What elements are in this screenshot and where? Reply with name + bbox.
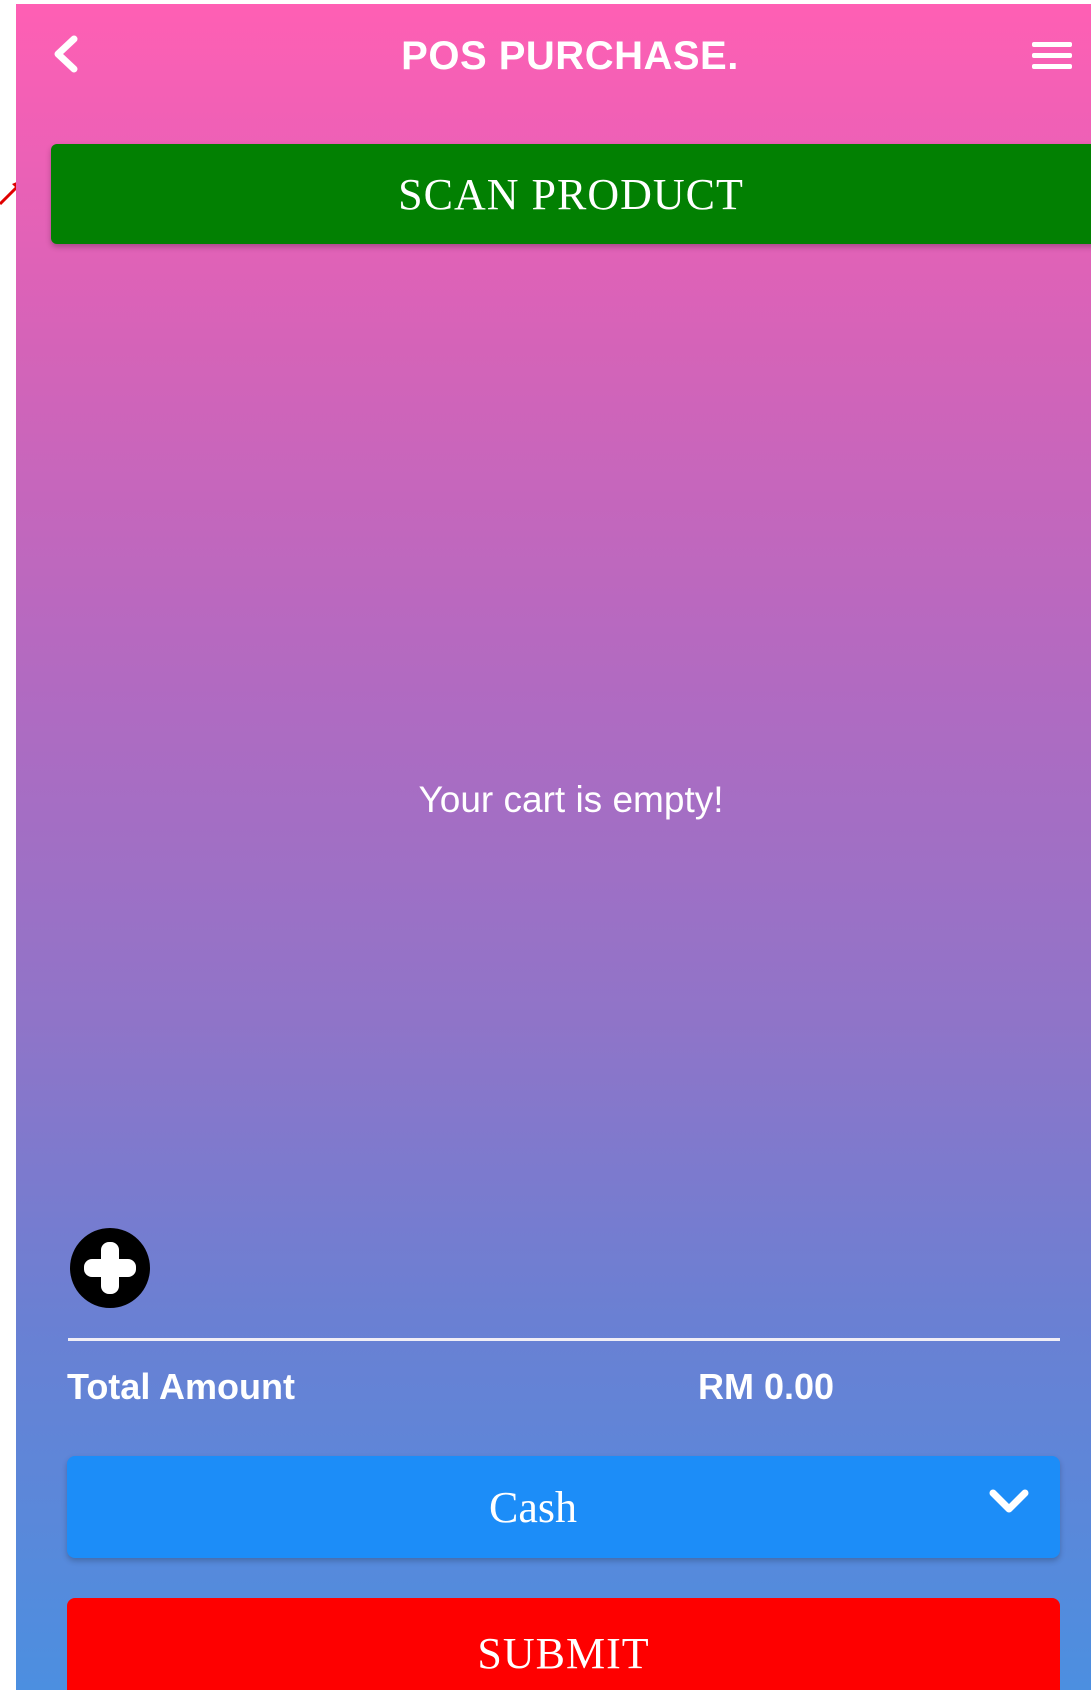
payment-method-select[interactable]: Cash <box>67 1456 1060 1558</box>
scan-product-label: SCAN PRODUCT <box>398 169 744 219</box>
chevron-down-icon <box>989 1489 1029 1513</box>
page-title: POS PURCHASE. <box>401 34 739 78</box>
submit-label: SUBMIT <box>477 1629 650 1678</box>
hamburger-menu-icon <box>1032 42 1072 69</box>
empty-cart-message: Your cart is empty! <box>418 779 724 820</box>
total-amount-label: Total Amount <box>67 1366 295 1407</box>
total-amount-value: RM 0.00 <box>698 1366 835 1407</box>
pos-purchase-screen: POS PURCHASE. SCAN PRODUCT Your cart is … <box>16 4 1091 1690</box>
plus-circle-icon <box>70 1228 150 1308</box>
app-header: POS PURCHASE. <box>16 4 1091 114</box>
payment-method-value: Cash <box>489 1482 577 1532</box>
scan-product-button[interactable]: SCAN PRODUCT <box>51 144 1091 244</box>
submit-button[interactable]: SUBMIT <box>67 1598 1060 1690</box>
add-item-button[interactable] <box>68 1226 152 1310</box>
divider <box>68 1338 1060 1341</box>
menu-button[interactable] <box>1028 34 1076 78</box>
